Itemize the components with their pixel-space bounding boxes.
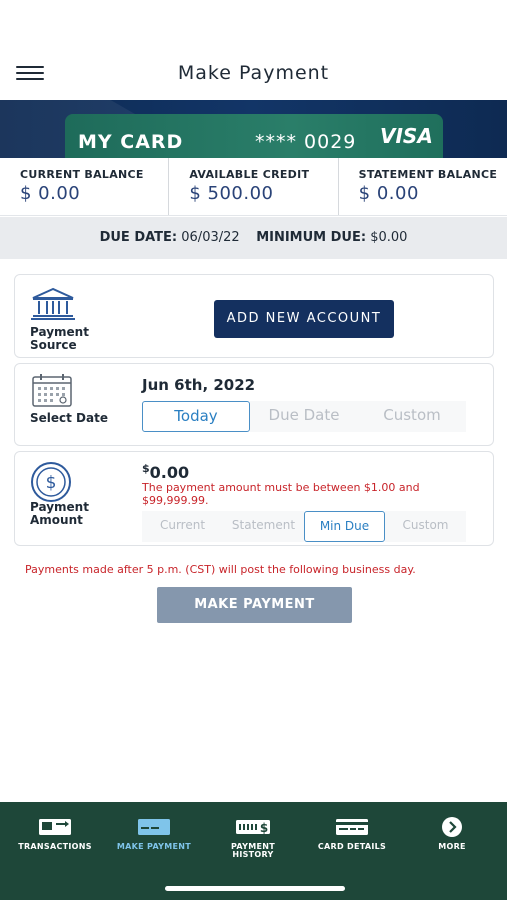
selected-date: Jun 6th, 2022 — [142, 376, 256, 394]
payment-amount-label: Payment Amount — [30, 501, 89, 527]
current-balance: CURRENT BALANCE $ 0.00 — [0, 158, 170, 215]
nav-item-make-payment[interactable]: MAKE PAYMENT — [104, 816, 204, 851]
currency-symbol: $ — [142, 462, 150, 475]
payment-source-label: Payment Source — [30, 326, 89, 352]
minimum-due-value: $0.00 — [370, 230, 408, 245]
amount-option-statement[interactable]: Statement — [223, 511, 304, 542]
payment-amount-input[interactable]: $0.00 — [142, 462, 190, 482]
amount-error-message: The payment amount must be between $1.00… — [142, 481, 420, 507]
bank-icon — [30, 287, 76, 321]
transactions-icon — [5, 816, 105, 838]
more-icon — [402, 816, 502, 838]
due-date-value: 06/03/22 — [181, 230, 240, 245]
statement-balance: STATEMENT BALANCE $ 0.00 — [339, 158, 507, 215]
amount-option-custom[interactable]: Custom — [385, 511, 466, 542]
nav-item-transactions[interactable]: TRANSACTIONS — [5, 816, 105, 851]
nav-label-card-details: CARD DETAILS — [317, 842, 387, 851]
nav-label-make-payment: MAKE PAYMENT — [116, 842, 192, 851]
date-option-today[interactable]: Today — [142, 401, 250, 432]
payment-source-label-line2: Source — [30, 338, 77, 352]
current-balance-value: $ 0.00 — [20, 183, 81, 204]
due-date-label: DUE DATE: — [99, 230, 178, 245]
make-payment-button[interactable]: MAKE PAYMENT — [157, 587, 352, 623]
payment-amount-label-line2: Amount — [30, 513, 83, 527]
current-balance-label: CURRENT BALANCE — [20, 168, 144, 181]
svg-text:$: $ — [46, 473, 57, 493]
svg-text:$: $ — [260, 821, 268, 835]
nav-label-more: MORE — [438, 842, 466, 851]
page-title: Make Payment — [177, 62, 330, 84]
cutoff-notice: Payments made after 5 p.m. (CST) will po… — [25, 563, 416, 576]
statement-balance-label: STATEMENT BALANCE — [358, 168, 498, 181]
nav-item-payment-history[interactable]: $ PAYMENT HISTORY — [203, 816, 303, 859]
add-new-account-button[interactable]: ADD NEW ACCOUNT — [214, 300, 394, 338]
payment-history-icon: $ — [203, 816, 303, 838]
payment-source-panel: Payment Source ADD NEW ACCOUNT — [14, 274, 494, 358]
make-payment-icon — [104, 816, 204, 838]
select-date-label: Select Date — [30, 411, 108, 425]
card-brand-logo: VISA — [380, 124, 433, 148]
home-indicator[interactable] — [165, 886, 345, 891]
available-credit: AVAILABLE CREDIT $ 500.00 — [169, 158, 339, 215]
select-date-panel: Select Date Jun 6th, 2022 Today Due Date… — [14, 363, 494, 446]
credit-card-image[interactable]: MY CARD **** 0029 VISA — [65, 114, 443, 158]
balance-summary: CURRENT BALANCE $ 0.00 AVAILABLE CREDIT … — [0, 158, 507, 216]
statement-balance-value: $ 0.00 — [358, 183, 419, 204]
app-header: Make Payment — [0, 0, 507, 100]
nav-label-payment-history: PAYMENT HISTORY — [230, 842, 276, 859]
dollar-circle-icon: $ — [30, 461, 72, 503]
amount-option-current[interactable]: Current — [142, 511, 223, 542]
date-option-custom[interactable]: Custom — [358, 401, 466, 432]
card-number: **** 0029 — [255, 131, 357, 153]
due-info-bar: DUE DATE: 06/03/22 MINIMUM DUE: $0.00 — [0, 217, 507, 259]
nav-item-more[interactable]: MORE — [402, 816, 502, 851]
available-credit-label: AVAILABLE CREDIT — [189, 168, 310, 181]
date-option-due-date[interactable]: Due Date — [250, 401, 358, 432]
amount-options: Current Statement Min Due Custom — [142, 511, 466, 542]
payment-amount-panel: $ Payment Amount $0.00 The payment amoun… — [14, 451, 494, 546]
payment-amount-value: 0.00 — [149, 463, 190, 482]
minimum-due-label: MINIMUM DUE: — [256, 230, 367, 245]
card-banner: MY CARD **** 0029 VISA — [0, 100, 507, 158]
available-credit-value: $ 500.00 — [189, 183, 274, 204]
card-name: MY CARD — [78, 131, 184, 153]
date-options: Today Due Date Custom — [142, 401, 466, 432]
amount-option-min-due[interactable]: Min Due — [304, 511, 385, 542]
calendar-icon — [31, 372, 73, 408]
nav-label-transactions: TRANSACTIONS — [18, 842, 92, 851]
card-details-icon — [302, 816, 402, 838]
nav-item-card-details[interactable]: CARD DETAILS — [302, 816, 402, 851]
